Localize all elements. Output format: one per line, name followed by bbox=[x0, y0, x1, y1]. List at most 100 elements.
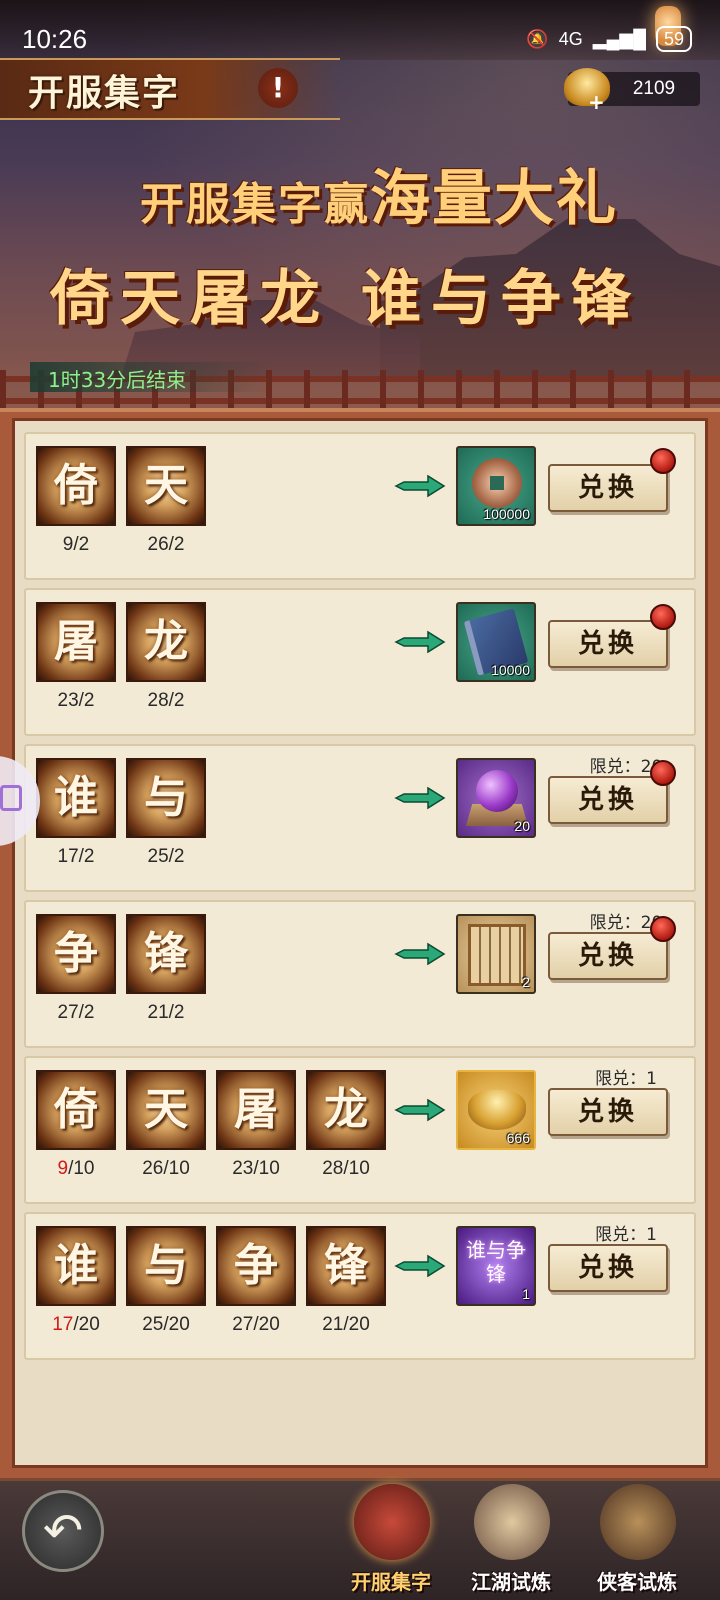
title-card-icon: 谁与争锋 bbox=[466, 1238, 526, 1286]
reward-quantity: 20 bbox=[514, 818, 530, 834]
character-tile[interactable]: 与 bbox=[126, 1226, 206, 1306]
reward-item[interactable]: 20 bbox=[456, 758, 536, 838]
banner-headline-2: 倚天屠龙 谁与争锋 bbox=[50, 264, 641, 334]
count-need: 20 bbox=[168, 1314, 190, 1335]
character-tile[interactable]: 倚 bbox=[36, 446, 116, 526]
status-icons: 🔕 4G ▂▄▆█ 59 bbox=[526, 26, 692, 52]
count-have: 17 bbox=[57, 846, 79, 867]
character-count: 23/10 bbox=[216, 1158, 296, 1180]
tab-open-server-collect[interactable]: 开服集字 bbox=[336, 1484, 446, 1598]
exchange-button[interactable]: 兑换 bbox=[548, 464, 668, 512]
count-have: 9 bbox=[57, 1158, 69, 1179]
back-button[interactable]: ↶ bbox=[22, 1490, 104, 1572]
character-tile[interactable]: 锋 bbox=[126, 914, 206, 994]
exchange-button[interactable]: 兑换 bbox=[548, 620, 668, 668]
status-time: 10:26 bbox=[22, 24, 88, 54]
reward-item[interactable]: 2 bbox=[456, 914, 536, 994]
character-count: 26/2 bbox=[126, 534, 206, 556]
status-bar: 10:26 🔕 4G ▂▄▆█ 59 bbox=[0, 0, 720, 56]
character-tile[interactable]: 谁 bbox=[36, 758, 116, 838]
copper-coin-icon bbox=[472, 458, 522, 508]
character-tile[interactable]: 锋 bbox=[306, 1226, 386, 1306]
character-count: 17/20 bbox=[36, 1314, 116, 1336]
mute-icon: 🔕 bbox=[526, 28, 549, 49]
count-have: 27 bbox=[232, 1314, 254, 1335]
banner-headline-1: 开服集字赢海量大礼 bbox=[140, 150, 618, 237]
count-have: 23 bbox=[57, 690, 79, 711]
currency-value: 2109 bbox=[632, 78, 676, 99]
exchange-row: 谁 17/2 与 25/2 20 限兑：20 兑换 bbox=[24, 744, 696, 892]
reward-quantity: 666 bbox=[506, 1130, 530, 1146]
character-tile[interactable]: 龙 bbox=[306, 1070, 386, 1150]
count-have: 26 bbox=[142, 1158, 164, 1179]
arrow-right-icon bbox=[394, 630, 446, 654]
count-need: 10 bbox=[168, 1158, 190, 1179]
reward-quantity: 1 bbox=[522, 1286, 530, 1302]
tab-jianghu-trial[interactable]: 江湖试炼 bbox=[456, 1484, 566, 1598]
headline-1-part-2: 海量大礼 bbox=[370, 164, 618, 234]
count-need: 2 bbox=[83, 1002, 95, 1023]
count-need: 20 bbox=[348, 1314, 370, 1335]
notification-dot bbox=[650, 916, 676, 942]
count-have: 23 bbox=[232, 1158, 254, 1179]
character-count: 27/20 bbox=[216, 1314, 296, 1336]
exchange-button[interactable]: 兑换 bbox=[548, 932, 668, 980]
count-need: 2 bbox=[173, 1002, 185, 1023]
count-have: 26 bbox=[147, 534, 169, 555]
tab-hero-trial[interactable]: 侠客试炼 bbox=[582, 1484, 692, 1598]
character-tile[interactable]: 屠 bbox=[36, 602, 116, 682]
character-tile[interactable]: 争 bbox=[216, 1226, 296, 1306]
count-need: 10 bbox=[348, 1158, 370, 1179]
exchange-row: 谁 17/20 与 25/20 争 27/20 锋 21/20 谁与争锋 1 限兑：1 兑换 bbox=[24, 1212, 696, 1360]
character-count: 9/10 bbox=[36, 1158, 116, 1180]
character-count: 25/20 bbox=[126, 1314, 206, 1336]
character-tile[interactable]: 龙 bbox=[126, 602, 206, 682]
count-have: 21 bbox=[147, 1002, 169, 1023]
reward-item[interactable]: 100000 bbox=[456, 446, 536, 526]
character-count: 21/20 bbox=[306, 1314, 386, 1336]
scroll-sword-icon bbox=[474, 1484, 550, 1560]
character-tile[interactable]: 天 bbox=[126, 1070, 206, 1150]
character-tile[interactable]: 天 bbox=[126, 446, 206, 526]
character-count: 27/2 bbox=[36, 1002, 116, 1024]
tab-label: 侠客试炼 bbox=[597, 1570, 677, 1594]
purple-orb-icon bbox=[476, 770, 518, 812]
reward-item[interactable]: 10000 bbox=[456, 602, 536, 682]
count-need: 2 bbox=[173, 534, 185, 555]
count-have: 25 bbox=[142, 1314, 164, 1335]
network-label: 4G bbox=[558, 28, 583, 49]
count-need: 10 bbox=[258, 1158, 280, 1179]
headline-1-part-1: 开服集字赢 bbox=[140, 179, 370, 230]
notification-dot bbox=[650, 448, 676, 474]
character-tile[interactable]: 与 bbox=[126, 758, 206, 838]
reward-item[interactable]: 谁与争锋 1 bbox=[456, 1226, 536, 1306]
count-need: 2 bbox=[83, 846, 95, 867]
count-need: 2 bbox=[173, 846, 185, 867]
exchange-row: 屠 23/2 龙 28/2 10000 兑换 bbox=[24, 588, 696, 736]
chat-icon bbox=[0, 785, 22, 811]
add-currency-button[interactable]: + bbox=[588, 90, 605, 114]
character-count: 9/2 bbox=[36, 534, 116, 556]
exchange-button[interactable]: 兑换 bbox=[548, 1088, 668, 1136]
character-tile[interactable]: 谁 bbox=[36, 1226, 116, 1306]
signal-icon: ▂▄▆█ bbox=[592, 28, 646, 49]
reward-quantity: 2 bbox=[522, 974, 530, 990]
tab-label: 开服集字 bbox=[351, 1570, 431, 1594]
count-have: 28 bbox=[147, 690, 169, 711]
count-have: 27 bbox=[57, 1002, 79, 1023]
character-count: 26/10 bbox=[126, 1158, 206, 1180]
character-tile[interactable]: 屠 bbox=[216, 1070, 296, 1150]
info-button[interactable]: ! bbox=[258, 68, 298, 108]
character-count: 28/2 bbox=[126, 690, 206, 712]
character-tile[interactable]: 倚 bbox=[36, 1070, 116, 1150]
scroll-icon bbox=[468, 924, 526, 986]
character-count: 28/10 bbox=[306, 1158, 386, 1180]
count-need: 20 bbox=[258, 1314, 280, 1335]
arrow-right-icon bbox=[394, 1098, 446, 1122]
exchange-button[interactable]: 兑换 bbox=[548, 776, 668, 824]
exchange-row: 争 27/2 锋 21/2 2 限兑：20 兑换 bbox=[24, 900, 696, 1048]
character-tile[interactable]: 争 bbox=[36, 914, 116, 994]
exchange-button[interactable]: 兑换 bbox=[548, 1244, 668, 1292]
count-have: 25 bbox=[147, 846, 169, 867]
reward-item[interactable]: 666 bbox=[456, 1070, 536, 1150]
